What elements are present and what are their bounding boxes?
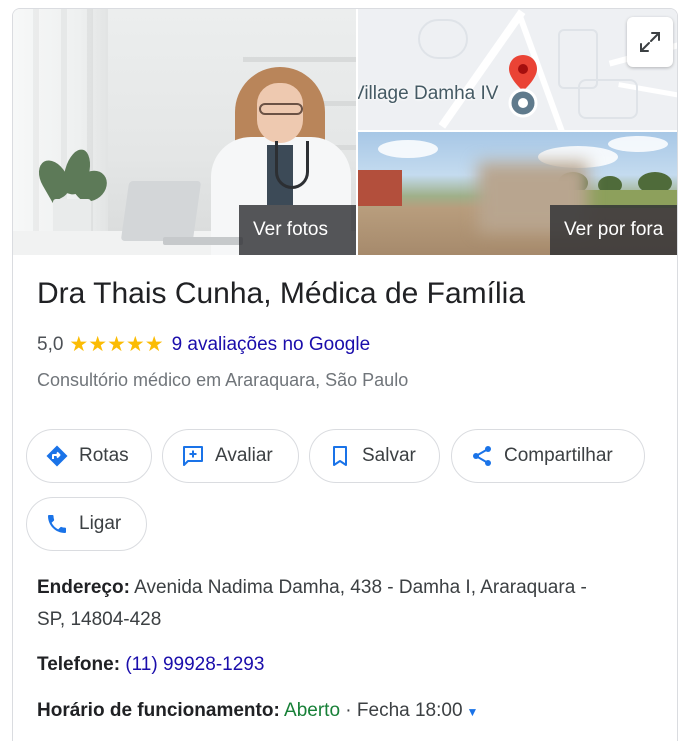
rating-value: 5,0 xyxy=(37,333,64,355)
expand-icon xyxy=(640,32,660,52)
business-name: Dra Thais Cunha, Médica de Família xyxy=(37,277,525,310)
phone-label: Telefone: xyxy=(37,654,121,675)
location-pin-icon xyxy=(508,55,538,118)
phone-icon xyxy=(45,512,69,536)
address-line2: SP, 14804-428 xyxy=(37,609,162,630)
call-label: Ligar xyxy=(79,513,122,534)
business-profile-card: Ver fotos Village Damha IV Ver por fora … xyxy=(12,8,678,741)
street-view-thumbnail[interactable]: Ver por fora xyxy=(358,132,677,255)
address-line1: Avenida Nadima Damha, 438 - Damha I, Ara… xyxy=(134,577,587,598)
business-category: Consultório médico em Araraquara, São Pa… xyxy=(37,370,409,390)
see-outside-button[interactable]: Ver por fora xyxy=(550,205,677,255)
hours-close-time[interactable]: Fecha 18:00 xyxy=(357,700,463,721)
save-button[interactable]: Salvar xyxy=(309,429,440,483)
address-label: Endereço: xyxy=(37,577,130,598)
star-rating-icon: ★★★★★ xyxy=(69,333,164,356)
review-label: Avaliar xyxy=(215,445,273,466)
call-button[interactable]: Ligar xyxy=(26,497,147,551)
map-thumbnail[interactable]: Village Damha IV xyxy=(358,9,677,130)
phone-row: Telefone: (11) 99928-1293 xyxy=(37,649,264,681)
reviews-link[interactable]: 9 avaliações no Google xyxy=(172,334,371,356)
bookmark-icon xyxy=(328,444,352,468)
business-photo[interactable]: Ver fotos xyxy=(13,9,356,255)
share-button[interactable]: Compartilhar xyxy=(451,429,645,483)
map-place-label: Village Damha IV xyxy=(358,83,499,104)
expand-map-button[interactable] xyxy=(627,17,673,67)
share-label: Compartilhar xyxy=(504,445,613,466)
rate-review-icon xyxy=(181,444,205,468)
phone-link[interactable]: (11) 99928-1293 xyxy=(125,654,264,675)
hours-status: Aberto xyxy=(284,700,341,721)
caret-down-icon[interactable]: ▼ xyxy=(467,705,479,719)
hours-label: Horário de funcionamento: xyxy=(37,700,280,721)
address-row: Endereço: Avenida Nadima Damha, 438 - Da… xyxy=(37,572,657,636)
hours-row: Horário de funcionamento: Aberto · Fecha… xyxy=(37,695,478,728)
share-icon xyxy=(470,444,494,468)
rating-row: 5,0 ★★★★★ 9 avaliações no Google xyxy=(37,332,370,357)
directions-label: Rotas xyxy=(79,445,129,466)
directions-button[interactable]: Rotas xyxy=(26,429,152,483)
save-label: Salvar xyxy=(362,445,416,466)
see-photos-button[interactable]: Ver fotos xyxy=(239,205,356,255)
review-button[interactable]: Avaliar xyxy=(162,429,299,483)
directions-icon xyxy=(45,444,69,468)
hours-separator: · xyxy=(340,700,357,721)
